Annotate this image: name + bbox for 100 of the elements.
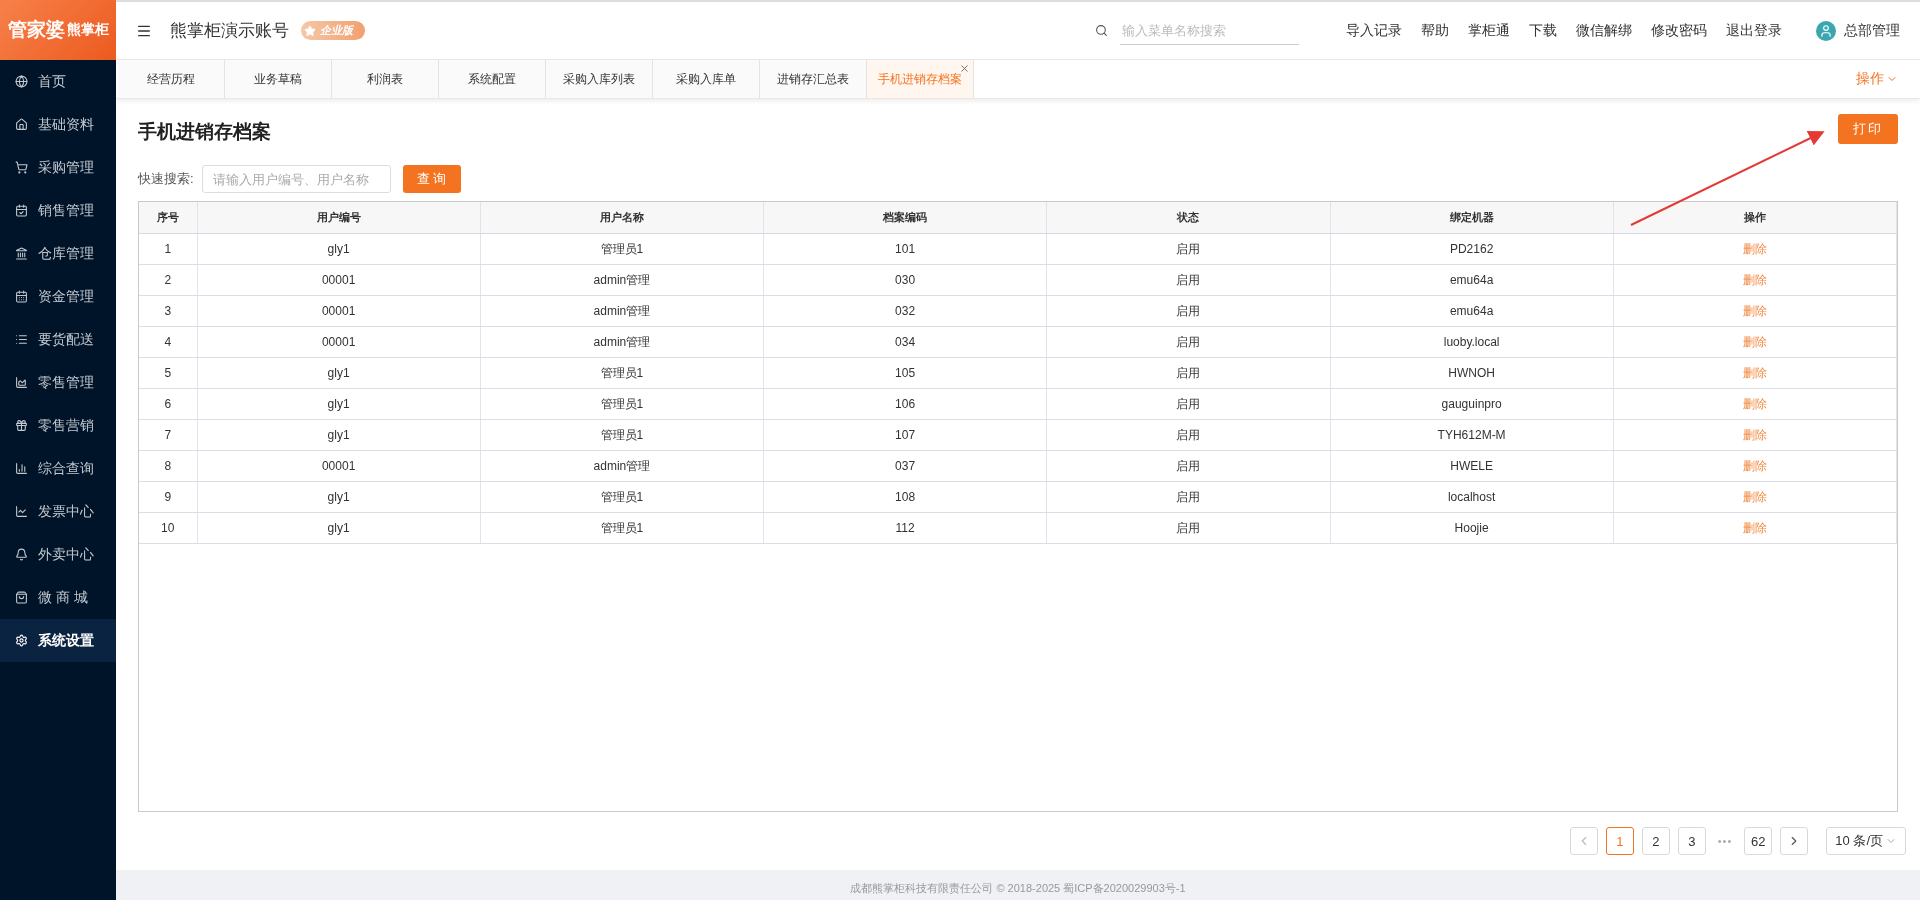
table-cell: admin管理 <box>480 326 764 358</box>
table-cell: 5 <box>139 357 197 389</box>
sidebar-item[interactable]: 首页 <box>0 60 116 103</box>
table-cell: 8 <box>139 450 197 482</box>
table-cell: 2 <box>139 264 197 296</box>
sidebar-item[interactable]: 系统设置 <box>0 619 116 662</box>
page-tab[interactable]: 利润表 <box>332 60 439 98</box>
page-button[interactable]: 62 <box>1744 827 1773 856</box>
avatar-icon <box>1816 20 1836 41</box>
header-link[interactable]: 退出登录 <box>1726 21 1782 40</box>
table-cell: Hoojie <box>1330 512 1614 544</box>
sidebar-item[interactable]: 采购管理 <box>0 146 116 189</box>
table-cell: 启用 <box>1046 233 1330 265</box>
sidebar-item[interactable]: 零售管理 <box>0 361 116 404</box>
page-title: 手机进销存档案 <box>138 120 271 144</box>
page-tab[interactable]: 经营历程 <box>118 60 225 98</box>
table-cell: 030 <box>763 264 1047 296</box>
page-tab[interactable]: 采购入库单 <box>653 60 760 98</box>
table-cell: 启用 <box>1046 450 1330 482</box>
table-cell: gauguinpro <box>1330 388 1614 420</box>
user-name[interactable]: 总部管理 <box>1844 21 1900 40</box>
table-cell: 7 <box>139 419 197 451</box>
table-cell: admin管理 <box>480 450 764 482</box>
table-cell: 106 <box>763 388 1047 420</box>
search-label: 快速搜索: <box>138 170 194 188</box>
star-icon <box>304 24 316 37</box>
table-cell: 启用 <box>1046 357 1330 389</box>
header-link[interactable]: 掌柜通 <box>1468 21 1510 40</box>
sidebar-item[interactable]: 微 商 城 <box>0 576 116 619</box>
quick-search-field[interactable]: 请输入用户编号、用户名称 <box>201 165 391 193</box>
bell-icon <box>15 548 28 561</box>
sidebar-item[interactable]: 要货配送 <box>0 318 116 361</box>
list-icon <box>15 333 28 346</box>
globe-icon <box>15 75 28 88</box>
sidebar-item[interactable]: 发票中心 <box>0 490 116 533</box>
table-cell: 034 <box>763 326 1047 358</box>
table-cell: 6 <box>139 388 197 420</box>
bar-chart-icon <box>15 462 28 475</box>
page-tab[interactable]: 系统配置 <box>439 60 546 98</box>
sidebar-item[interactable]: 仓库管理 <box>0 232 116 275</box>
table-cell: emu64a <box>1330 264 1614 296</box>
table-cell: 管理员1 <box>480 233 764 265</box>
sidebar-item[interactable]: 综合查询 <box>0 447 116 490</box>
column-header: 状态 <box>1046 202 1330 234</box>
page-tab[interactable]: 采购入库列表 <box>546 60 653 98</box>
close-icon[interactable] <box>959 63 970 74</box>
sidebar-item[interactable]: 基础资料 <box>0 103 116 146</box>
table-cell: 101 <box>763 233 1047 265</box>
table-cell: localhost <box>1330 481 1614 513</box>
page-tab[interactable]: 进销存汇总表 <box>760 60 867 98</box>
gift-icon <box>15 419 28 432</box>
header-link[interactable]: 修改密码 <box>1651 21 1707 40</box>
page-size-select[interactable]: 10 条/页 <box>1826 827 1906 856</box>
account-name: 熊掌柜演示账号 <box>170 20 289 42</box>
home-icon <box>15 118 28 131</box>
table-cell: 032 <box>763 295 1047 327</box>
sidebar-item[interactable]: 外卖中心 <box>0 533 116 576</box>
header-link[interactable]: 下载 <box>1529 21 1557 40</box>
table-cell: 00001 <box>197 326 481 358</box>
table-cell: 管理员1 <box>480 512 764 544</box>
table-cell: 10 <box>139 512 197 544</box>
header-link[interactable]: 导入记录 <box>1346 21 1402 40</box>
table-cell: 00001 <box>197 295 481 327</box>
table-cell: luoby.local <box>1330 326 1614 358</box>
table-cell: 4 <box>139 326 197 358</box>
footer-copyright: 成都熊掌柜科技有限责任公司 © 2018-2025 蜀ICP备2020029903号-1 <box>850 881 1186 896</box>
table-cell: 00001 <box>197 264 481 296</box>
page-tab[interactable]: 业务草稿 <box>225 60 332 98</box>
line-chart-icon <box>15 505 28 518</box>
table-cell: emu64a <box>1330 295 1614 327</box>
table-cell: HWNOH <box>1330 357 1614 389</box>
table-cell: 启用 <box>1046 326 1330 358</box>
table-cell: PD2162 <box>1330 233 1614 265</box>
edition-badge: 企业版 <box>301 21 365 40</box>
column-header: 用户名称 <box>480 202 764 234</box>
table-cell: 105 <box>763 357 1047 389</box>
page-button[interactable]: 2 <box>1641 827 1670 856</box>
table-cell: 启用 <box>1046 481 1330 513</box>
column-header: 绑定机器 <box>1330 202 1614 234</box>
header-link[interactable]: 帮助 <box>1421 21 1449 40</box>
calendar-icon <box>15 290 28 303</box>
table-cell: HWELE <box>1330 450 1614 482</box>
table-cell: 管理员1 <box>480 388 764 420</box>
sidebar-item[interactable]: 资金管理 <box>0 275 116 318</box>
table-cell: admin管理 <box>480 295 764 327</box>
table-cell: 管理员1 <box>480 357 764 389</box>
table-cell: 管理员1 <box>480 481 764 513</box>
settings-icon <box>15 634 28 647</box>
column-header: 用户编号 <box>197 202 481 234</box>
table-cell: 启用 <box>1046 264 1330 296</box>
column-header: 序号 <box>139 202 197 234</box>
page-button[interactable]: 3 <box>1677 827 1706 856</box>
search-icon <box>1095 24 1108 37</box>
table-cell: 3 <box>139 295 197 327</box>
table-cell: 112 <box>763 512 1047 544</box>
sidebar-item[interactable]: 销售管理 <box>0 189 116 232</box>
table-cell: 1 <box>139 233 197 265</box>
column-header: 操作 <box>1613 202 1897 234</box>
header-link[interactable]: 微信解绑 <box>1576 21 1632 40</box>
sidebar-item[interactable]: 零售营销 <box>0 404 116 447</box>
